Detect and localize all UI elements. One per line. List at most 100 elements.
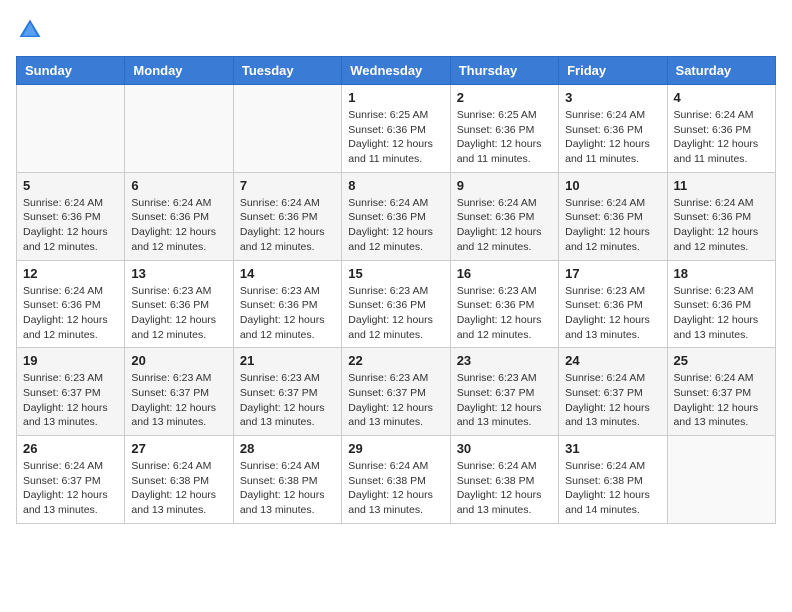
- calendar-cell: [667, 436, 775, 524]
- day-number: 27: [131, 441, 226, 456]
- day-number: 28: [240, 441, 335, 456]
- calendar-week-2: 5 Sunrise: 6:24 AM Sunset: 6:36 PM Daylig…: [17, 172, 776, 260]
- calendar-cell: 7 Sunrise: 6:24 AM Sunset: 6:36 PM Daylig…: [233, 172, 341, 260]
- calendar-cell: 16Sunrise: 6:23 AM Sunset: 6:36 PM Dayli…: [450, 260, 558, 348]
- page-header: [16, 16, 776, 44]
- calendar-table: SundayMondayTuesdayWednesdayThursdayFrid…: [16, 56, 776, 524]
- day-number: 16: [457, 266, 552, 281]
- calendar-cell: 29 Sunrise: 6:24 AM Sunset: 6:38 PM Dayli…: [342, 436, 450, 524]
- calendar-week-1: 1 Sunrise: 6:25 AM Sunset: 6:36 PM Daylig…: [17, 85, 776, 173]
- day-number: 1: [348, 90, 443, 105]
- calendar-cell: 21Sunrise: 6:23 AM Sunset: 6:37 PM Dayli…: [233, 348, 341, 436]
- calendar-cell: 18 Sunrise: 6:23 AM Sunset: 6:36 PM Dayli…: [667, 260, 775, 348]
- day-number: 14: [240, 266, 335, 281]
- calendar-cell: 20Sunrise: 6:23 AM Sunset: 6:37 PM Dayli…: [125, 348, 233, 436]
- day-number: 4: [674, 90, 769, 105]
- day-number: 9: [457, 178, 552, 193]
- calendar-cell: 26 Sunrise: 6:24 AM Sunset: 6:37 PM Dayli…: [17, 436, 125, 524]
- day-info: Sunrise: 6:23 AM Sunset: 6:36 PM Dayligh…: [240, 284, 335, 343]
- day-info: Sunrise: 6:24 AM Sunset: 6:36 PM Dayligh…: [131, 196, 226, 255]
- calendar-cell: 9 Sunrise: 6:24 AM Sunset: 6:36 PM Daylig…: [450, 172, 558, 260]
- calendar-cell: 4 Sunrise: 6:24 AM Sunset: 6:36 PM Daylig…: [667, 85, 775, 173]
- day-info: Sunrise: 6:23 AM Sunset: 6:37 PM Dayligh…: [23, 371, 118, 430]
- day-number: 23: [457, 353, 552, 368]
- day-info: Sunrise: 6:24 AM Sunset: 6:36 PM Dayligh…: [23, 284, 118, 343]
- day-info: Sunrise: 6:24 AM Sunset: 6:38 PM Dayligh…: [348, 459, 443, 518]
- logo-icon: [16, 16, 44, 44]
- day-info: Sunrise: 6:24 AM Sunset: 6:36 PM Dayligh…: [674, 196, 769, 255]
- calendar-cell: 11 Sunrise: 6:24 AM Sunset: 6:36 PM Dayli…: [667, 172, 775, 260]
- calendar-cell: 23Sunrise: 6:23 AM Sunset: 6:37 PM Dayli…: [450, 348, 558, 436]
- day-info: Sunrise: 6:23 AM Sunset: 6:36 PM Dayligh…: [131, 284, 226, 343]
- day-info: Sunrise: 6:24 AM Sunset: 6:38 PM Dayligh…: [131, 459, 226, 518]
- calendar-week-4: 19 Sunrise: 6:23 AM Sunset: 6:37 PM Dayli…: [17, 348, 776, 436]
- calendar-header-sunday: Sunday: [17, 57, 125, 85]
- day-info: Sunrise: 6:24 AM Sunset: 6:36 PM Dayligh…: [674, 108, 769, 167]
- calendar-cell: 31 Sunrise: 6:24 AM Sunset: 6:38 PM Dayli…: [559, 436, 667, 524]
- day-number: 3: [565, 90, 660, 105]
- day-info: Sunrise: 6:23 AM Sunset: 6:37 PM Dayligh…: [240, 371, 335, 430]
- day-number: 15: [348, 266, 443, 281]
- calendar-cell: 15 Sunrise: 6:23 AM Sunset: 6:36 PM Dayli…: [342, 260, 450, 348]
- day-info: Sunrise: 6:23 AM Sunset: 6:36 PM Dayligh…: [348, 284, 443, 343]
- calendar-cell: 22 Sunrise: 6:23 AM Sunset: 6:37 PM Dayli…: [342, 348, 450, 436]
- day-info: Sunrise: 6:24 AM Sunset: 6:36 PM Dayligh…: [565, 108, 660, 167]
- day-info: Sunrise: 6:25 AM Sunset: 6:36 PM Dayligh…: [457, 108, 552, 167]
- calendar-cell: 14 Sunrise: 6:23 AM Sunset: 6:36 PM Dayli…: [233, 260, 341, 348]
- calendar-cell: 19 Sunrise: 6:23 AM Sunset: 6:37 PM Dayli…: [17, 348, 125, 436]
- day-info: Sunrise: 6:24 AM Sunset: 6:36 PM Dayligh…: [457, 196, 552, 255]
- day-number: 5: [23, 178, 118, 193]
- calendar-cell: 6Sunrise: 6:24 AM Sunset: 6:36 PM Daylig…: [125, 172, 233, 260]
- calendar-cell: 13Sunrise: 6:23 AM Sunset: 6:36 PM Dayli…: [125, 260, 233, 348]
- calendar-cell: 1 Sunrise: 6:25 AM Sunset: 6:36 PM Daylig…: [342, 85, 450, 173]
- day-info: Sunrise: 6:23 AM Sunset: 6:37 PM Dayligh…: [131, 371, 226, 430]
- day-number: 29: [348, 441, 443, 456]
- calendar-cell: 8 Sunrise: 6:24 AM Sunset: 6:36 PM Daylig…: [342, 172, 450, 260]
- day-info: Sunrise: 6:24 AM Sunset: 6:37 PM Dayligh…: [23, 459, 118, 518]
- day-info: Sunrise: 6:24 AM Sunset: 6:36 PM Dayligh…: [23, 196, 118, 255]
- day-number: 18: [674, 266, 769, 281]
- calendar-week-5: 26 Sunrise: 6:24 AM Sunset: 6:37 PM Dayli…: [17, 436, 776, 524]
- calendar-header-friday: Friday: [559, 57, 667, 85]
- calendar-header-monday: Monday: [125, 57, 233, 85]
- day-number: 19: [23, 353, 118, 368]
- day-info: Sunrise: 6:24 AM Sunset: 6:38 PM Dayligh…: [457, 459, 552, 518]
- calendar-cell: [233, 85, 341, 173]
- day-info: Sunrise: 6:23 AM Sunset: 6:36 PM Dayligh…: [674, 284, 769, 343]
- calendar-cell: [125, 85, 233, 173]
- calendar-header-wednesday: Wednesday: [342, 57, 450, 85]
- day-info: Sunrise: 6:24 AM Sunset: 6:36 PM Dayligh…: [240, 196, 335, 255]
- day-info: Sunrise: 6:24 AM Sunset: 6:38 PM Dayligh…: [565, 459, 660, 518]
- day-number: 10: [565, 178, 660, 193]
- calendar-week-3: 12Sunrise: 6:24 AM Sunset: 6:36 PM Dayli…: [17, 260, 776, 348]
- day-info: Sunrise: 6:25 AM Sunset: 6:36 PM Dayligh…: [348, 108, 443, 167]
- day-info: Sunrise: 6:24 AM Sunset: 6:36 PM Dayligh…: [348, 196, 443, 255]
- calendar-cell: 12Sunrise: 6:24 AM Sunset: 6:36 PM Dayli…: [17, 260, 125, 348]
- day-number: 26: [23, 441, 118, 456]
- calendar-cell: 10 Sunrise: 6:24 AM Sunset: 6:36 PM Dayli…: [559, 172, 667, 260]
- day-number: 25: [674, 353, 769, 368]
- calendar-header-row: SundayMondayTuesdayWednesdayThursdayFrid…: [17, 57, 776, 85]
- day-number: 22: [348, 353, 443, 368]
- day-number: 11: [674, 178, 769, 193]
- calendar-cell: 28 Sunrise: 6:24 AM Sunset: 6:38 PM Dayli…: [233, 436, 341, 524]
- day-number: 24: [565, 353, 660, 368]
- day-number: 7: [240, 178, 335, 193]
- calendar-cell: 27 Sunrise: 6:24 AM Sunset: 6:38 PM Dayli…: [125, 436, 233, 524]
- day-number: 31: [565, 441, 660, 456]
- calendar-cell: 5 Sunrise: 6:24 AM Sunset: 6:36 PM Daylig…: [17, 172, 125, 260]
- day-number: 30: [457, 441, 552, 456]
- day-info: Sunrise: 6:24 AM Sunset: 6:36 PM Dayligh…: [565, 196, 660, 255]
- day-info: Sunrise: 6:24 AM Sunset: 6:37 PM Dayligh…: [565, 371, 660, 430]
- day-number: 17: [565, 266, 660, 281]
- calendar-cell: 30 Sunrise: 6:24 AM Sunset: 6:38 PM Dayli…: [450, 436, 558, 524]
- day-info: Sunrise: 6:23 AM Sunset: 6:37 PM Dayligh…: [348, 371, 443, 430]
- day-info: Sunrise: 6:24 AM Sunset: 6:37 PM Dayligh…: [674, 371, 769, 430]
- day-number: 8: [348, 178, 443, 193]
- calendar-cell: 25 Sunrise: 6:24 AM Sunset: 6:37 PM Dayli…: [667, 348, 775, 436]
- calendar-cell: 17 Sunrise: 6:23 AM Sunset: 6:36 PM Dayli…: [559, 260, 667, 348]
- logo: [16, 16, 48, 44]
- day-info: Sunrise: 6:23 AM Sunset: 6:36 PM Dayligh…: [565, 284, 660, 343]
- calendar-cell: 3 Sunrise: 6:24 AM Sunset: 6:36 PM Daylig…: [559, 85, 667, 173]
- day-info: Sunrise: 6:24 AM Sunset: 6:38 PM Dayligh…: [240, 459, 335, 518]
